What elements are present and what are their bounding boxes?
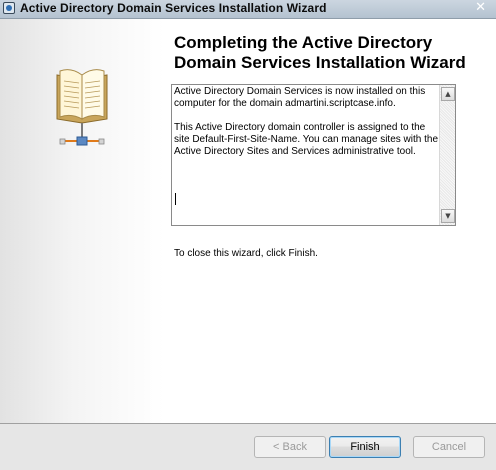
window-app-icon xyxy=(3,2,15,14)
window-close-icon[interactable]: ✕ xyxy=(475,0,486,16)
text-caret xyxy=(175,193,176,205)
window-title: Active Directory Domain Services Install… xyxy=(20,1,327,15)
scroll-down-button[interactable]: ▼ xyxy=(441,209,455,223)
summary-paragraph: This Active Directory domain controller … xyxy=(174,122,439,157)
back-button[interactable]: < Back xyxy=(254,436,326,458)
summary-paragraph: Active Directory Domain Services is now … xyxy=(174,86,426,109)
cancel-button[interactable]: Cancel xyxy=(413,436,485,458)
summary-textbox[interactable]: Active Directory Domain Services is now … xyxy=(171,84,456,226)
scroll-up-button[interactable]: ▲ xyxy=(441,87,455,101)
wizard-banner xyxy=(0,19,164,423)
finish-button[interactable]: Finish xyxy=(329,436,401,458)
wizard-window: Active Directory Domain Services Install… xyxy=(0,0,496,470)
summary-scrollbar[interactable]: ▲ ▼ xyxy=(439,85,455,225)
book-network-icon xyxy=(56,69,108,146)
summary-text: Active Directory Domain Services is now … xyxy=(174,86,440,170)
button-bar: < Back Finish Cancel xyxy=(0,423,496,470)
page-title: Completing the Active Directory Domain S… xyxy=(174,33,466,72)
close-instruction: To close this wizard, click Finish. xyxy=(174,248,318,259)
title-bar[interactable]: Active Directory Domain Services Install… xyxy=(0,0,496,19)
